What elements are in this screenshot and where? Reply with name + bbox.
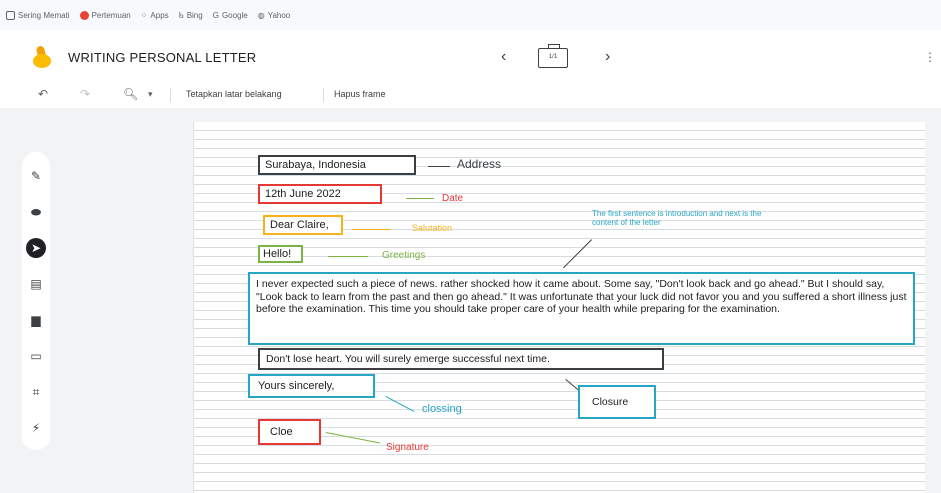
connector-line: [352, 229, 390, 230]
divider: [170, 88, 171, 102]
frame-counter[interactable]: 1/1: [538, 44, 568, 68]
zoom-icon[interactable]: 🔍︎: [123, 87, 138, 101]
bookmark-item[interactable]: Pertemuan: [79, 10, 131, 20]
chevron-left-icon[interactable]: ‹: [501, 48, 506, 66]
globe-icon: ◍: [257, 10, 265, 20]
divider: [323, 88, 324, 102]
circle-icon: [79, 10, 89, 20]
greetings-label[interactable]: Greetings: [382, 250, 425, 261]
bing-icon: ᑲ: [178, 10, 184, 20]
editing-toolbar: ↶ ↷ 🔍︎ ▾ Tetapkan latar belakang Hapus f…: [0, 80, 941, 108]
tool-sidebar: ✎ ⬬ ➤ ▤ ▆ ▭ ⌗ ⚡︎: [22, 152, 50, 450]
chevron-right-icon[interactable]: ›: [605, 48, 610, 66]
letter-body-box[interactable]: I never expected such a piece of news. r…: [248, 272, 915, 345]
date-label[interactable]: Date: [442, 193, 463, 204]
image-icon[interactable]: ▆: [26, 310, 46, 330]
eraser-icon[interactable]: ⬬: [26, 202, 46, 222]
bookmark-item[interactable]: ⁘ Apps: [141, 11, 169, 20]
redo-icon[interactable]: ↷: [80, 87, 90, 101]
connector-line: [406, 198, 434, 199]
closing-label[interactable]: clossing: [422, 403, 462, 415]
sticky-note-icon[interactable]: ▤: [26, 274, 46, 294]
signature-label[interactable]: Signature: [386, 442, 429, 453]
document-title[interactable]: WRITING PERSONAL LETTER: [68, 50, 256, 65]
greeting-box[interactable]: Hello!: [258, 245, 303, 263]
google-icon: G: [212, 10, 219, 20]
more-options-icon[interactable]: ⋮: [924, 50, 936, 64]
set-background-button[interactable]: Tetapkan latar belakang: [186, 89, 282, 99]
jamboard-logo[interactable]: [33, 45, 53, 68]
bookmark-item[interactable]: G Google: [213, 11, 248, 20]
bookmark-item[interactable]: ᑲ Bing: [179, 11, 203, 20]
page-icon: [6, 10, 15, 20]
shape-icon[interactable]: ▭: [26, 346, 46, 366]
pen-icon[interactable]: ✎: [26, 166, 46, 186]
closure-label[interactable]: Closure: [578, 385, 656, 419]
app-header: WRITING PERSONAL LETTER ‹ 1/1 › ⋮: [0, 30, 941, 80]
chevron-down-icon[interactable]: ▾: [148, 89, 153, 100]
bookmark-item[interactable]: ◍ Yahoo: [258, 11, 291, 20]
salutation-label[interactable]: Salutation: [412, 223, 452, 233]
bookmarks-bar: Sering Memati Pertemuan ⁘ Apps ᑲ Bing G Goo…: [0, 0, 941, 30]
connector-line: [328, 256, 368, 257]
laser-icon[interactable]: ⚡︎: [26, 418, 46, 438]
undo-icon[interactable]: ↶: [38, 87, 48, 101]
date-box[interactable]: 12th June 2022: [258, 184, 382, 204]
complimentary-close-box[interactable]: Yours sincerely,: [248, 374, 375, 398]
closing-sentence-box[interactable]: Don't lose heart. You will surely emerge…: [258, 348, 664, 370]
intro-note[interactable]: The first sentence is introduction and n…: [592, 209, 772, 227]
salutation-box[interactable]: Dear Claire,: [263, 215, 343, 235]
delete-frame-button[interactable]: Hapus frame: [334, 89, 386, 99]
frame-icon[interactable]: ⌗: [26, 382, 46, 402]
bookmark-item[interactable]: Sering Memati: [6, 10, 70, 20]
apps-grid-icon: ⁘: [140, 10, 148, 20]
connector-line: [428, 166, 450, 167]
address-box[interactable]: Surabaya, Indonesia: [258, 155, 416, 175]
address-label[interactable]: Address: [457, 157, 501, 171]
signature-box[interactable]: Cloe: [258, 419, 321, 445]
cursor-icon[interactable]: ➤: [26, 238, 46, 258]
